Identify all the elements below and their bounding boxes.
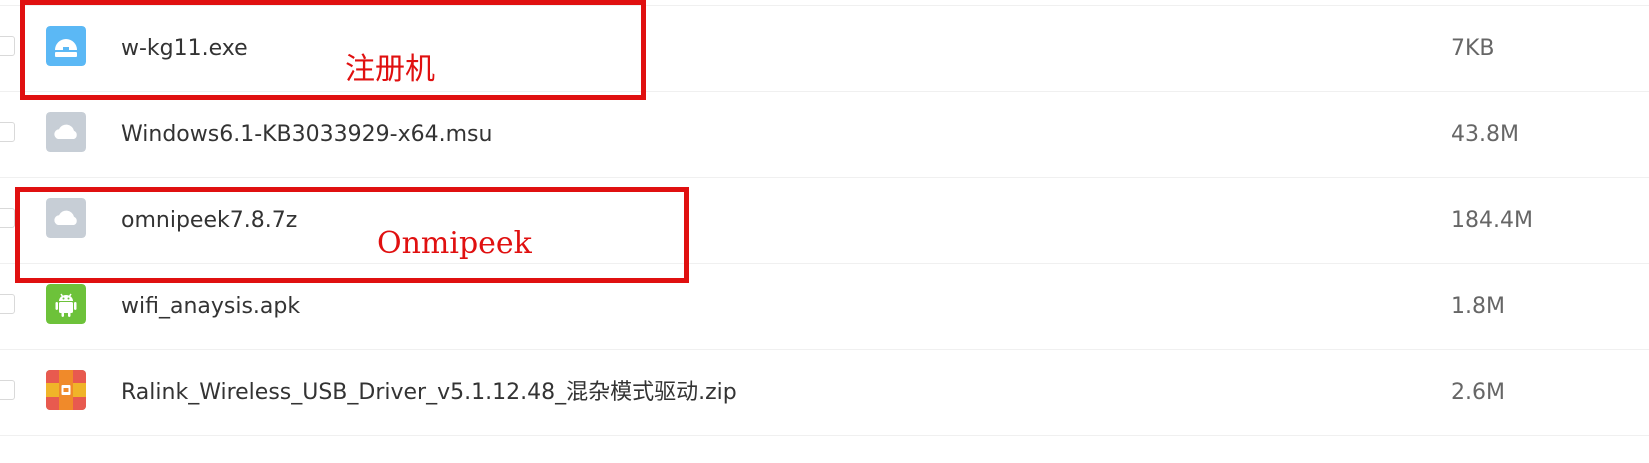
- row-checkbox[interactable]: [0, 122, 15, 142]
- file-size: 7KB: [1451, 36, 1495, 61]
- file-row[interactable]: Windows6.1-KB3033929-x64.msu 43.8M: [0, 92, 1649, 178]
- annotation-box: [15, 187, 689, 283]
- row-checkbox[interactable]: [0, 36, 15, 56]
- row-checkbox[interactable]: [0, 208, 15, 228]
- annotation-box: [20, 0, 646, 100]
- file-size: 2.6M: [1451, 380, 1505, 405]
- zip-archive-icon: [46, 370, 86, 410]
- annotation-label: Onmipeek: [377, 226, 532, 261]
- android-apk-icon: [46, 284, 86, 324]
- cloud-file-icon: [46, 112, 86, 152]
- file-name[interactable]: Ralink_Wireless_USB_Driver_v5.1.12.48_混杂…: [121, 350, 737, 435]
- file-size: 43.8M: [1451, 122, 1519, 147]
- row-checkbox[interactable]: [0, 294, 15, 314]
- file-size: 1.8M: [1451, 294, 1505, 319]
- file-name[interactable]: Windows6.1-KB3033929-x64.msu: [121, 92, 492, 177]
- file-row[interactable]: Ralink_Wireless_USB_Driver_v5.1.12.48_混杂…: [0, 350, 1649, 436]
- file-size: 184.4M: [1451, 208, 1533, 233]
- annotation-label: 注册机: [345, 52, 435, 87]
- row-checkbox[interactable]: [0, 380, 15, 400]
